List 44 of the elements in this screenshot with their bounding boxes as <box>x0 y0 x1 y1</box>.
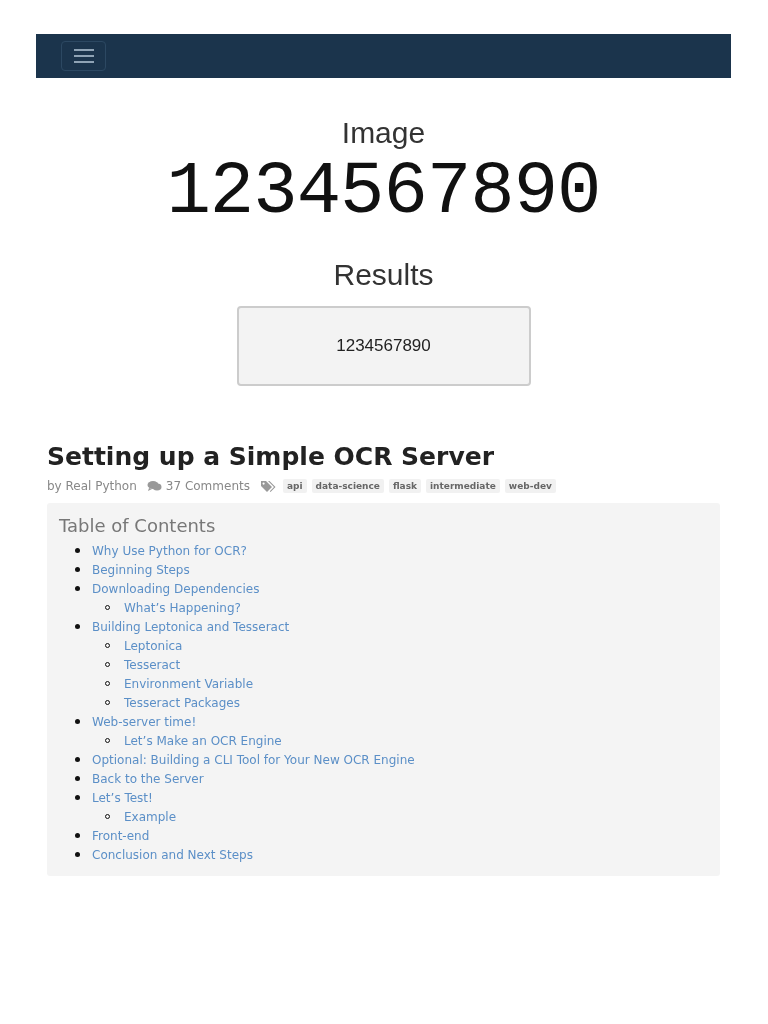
menu-button[interactable] <box>61 41 106 71</box>
toc-link[interactable]: Conclusion and Next Steps <box>92 847 253 862</box>
tags-icon <box>259 479 277 493</box>
toc-link[interactable]: Why Use Python for OCR? <box>92 543 247 558</box>
menu-icon <box>72 48 95 64</box>
bullet-icon <box>75 757 80 762</box>
toc-link[interactable]: Web-server time! <box>92 714 197 729</box>
toc-link[interactable]: Let’s Make an OCR Engine <box>124 733 282 748</box>
tag-link[interactable]: intermediate <box>426 479 500 493</box>
author-text: by Real Python <box>47 479 137 493</box>
tag-link[interactable]: api <box>282 479 307 493</box>
bullet-icon <box>75 548 80 553</box>
tag-link[interactable]: flask <box>388 479 421 493</box>
comments-link[interactable]: 37 Comments <box>165 479 250 493</box>
toc-link[interactable]: Environment Variable <box>124 676 254 691</box>
digits-text: 1234567890 <box>166 152 601 232</box>
comments-icon <box>146 480 162 492</box>
tag-link[interactable]: web-dev <box>504 479 556 493</box>
bullet-icon <box>75 852 80 857</box>
toc-link[interactable]: Back to the Server <box>92 771 204 786</box>
bullet-icon <box>75 586 80 591</box>
toc-link[interactable]: Optional: Building a CLI Tool for Your New OCR Engine <box>92 752 415 767</box>
result-box: 1234567890 <box>236 306 531 386</box>
bullet-icon <box>75 567 80 572</box>
toc-link[interactable]: Downloading Dependencies <box>92 581 260 596</box>
toc-link[interactable]: Example <box>124 809 177 824</box>
toc-link[interactable]: Tesseract <box>124 657 181 672</box>
bullet-icon <box>75 776 80 781</box>
toc-link[interactable]: Beginning Steps <box>92 562 190 577</box>
bullet-icon <box>75 795 80 800</box>
image-heading: Image <box>341 116 426 150</box>
article-title: Setting up a Simple OCR Server <box>47 441 495 473</box>
toc-title: Table of Contents <box>59 514 217 538</box>
bullet-icon <box>75 833 80 838</box>
bullet-icon <box>75 624 80 629</box>
toc-link[interactable]: Tesseract Packages <box>124 695 240 710</box>
toc-link[interactable]: Building Leptonica and Tesseract <box>92 619 290 634</box>
toc-link[interactable]: What’s Happening? <box>124 600 241 615</box>
results-heading: Results <box>333 258 434 292</box>
toc-link[interactable]: Leptonica <box>124 638 183 653</box>
toc-link[interactable]: Front-end <box>92 828 150 843</box>
toc-link[interactable]: Let’s Test! <box>92 790 153 805</box>
tag-link[interactable]: data-science <box>311 479 384 493</box>
bullet-icon <box>75 719 80 724</box>
